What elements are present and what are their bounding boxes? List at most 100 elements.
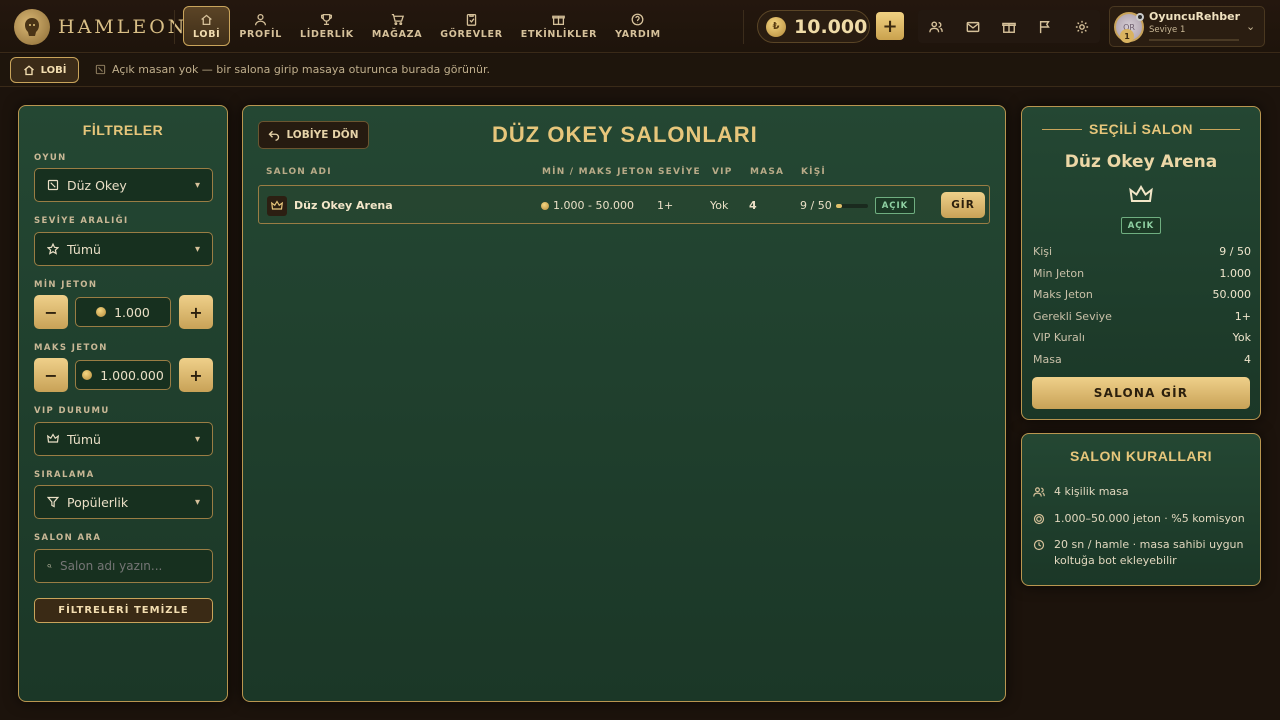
nav-label: MAĞAZA xyxy=(371,28,423,40)
brand-logo[interactable]: HAMLEON xyxy=(14,9,187,45)
min-coin-value: 1.000 xyxy=(114,304,150,320)
selected-salon-header: SEÇİLİ SALON xyxy=(1088,121,1193,137)
min-coin-field[interactable]: 1.000 xyxy=(75,297,171,327)
nav-item-profil[interactable]: PROFİL xyxy=(230,6,291,46)
search-icon xyxy=(47,564,52,569)
open-tables-message: Açık masan yok — bir salona girip masaya… xyxy=(95,63,490,76)
salon-search-input[interactable] xyxy=(60,559,200,573)
user-icon xyxy=(255,13,267,25)
level-range-value: Tümü xyxy=(67,241,101,257)
detail-label: Gerekli Seviye xyxy=(1033,310,1112,323)
sort-select[interactable]: Popülerlik ▾ xyxy=(34,485,213,519)
lobby-tab-label: LOBİ xyxy=(40,64,67,76)
selected-salon-panel: SEÇİLİ SALON Düz Okey Arena AÇIK Kişi 9 /… xyxy=(1021,106,1261,420)
nav-label: GÖREVLER xyxy=(440,28,503,40)
max-coin-increase-button[interactable]: + xyxy=(179,358,213,392)
sub-bar: LOBİ Açık masan yok — bir salona girip m… xyxy=(0,54,1280,87)
coin-icon xyxy=(1033,513,1045,525)
salons-panel: LOBİYE DÖN DÜZ OKEY SALONLARI SALON ADI … xyxy=(242,105,1006,702)
game-select-value: Düz Okey xyxy=(67,177,127,193)
enter-salon-button[interactable]: SALONA GİR xyxy=(1032,377,1250,409)
gift-icon[interactable] xyxy=(1002,20,1016,34)
avatar-level-badge: 1 xyxy=(1120,29,1134,43)
max-coin-field[interactable]: 1.000.000 xyxy=(75,360,171,390)
xp-bar xyxy=(1149,39,1239,41)
clear-filters-button[interactable]: FİLTRELERİ TEMİZLE xyxy=(34,598,213,623)
flag-icon[interactable] xyxy=(1038,20,1052,34)
nav-item-gorevler[interactable]: GÖREVLER xyxy=(431,6,512,46)
salon-name: Düz Okey Arena xyxy=(294,199,393,212)
nav-item-lobi[interactable]: LOBİ xyxy=(183,6,231,46)
detail-row: Maks Jeton 50.000 xyxy=(1033,288,1251,301)
clock-icon xyxy=(1033,539,1045,551)
crown-icon xyxy=(267,196,287,216)
page-title: DÜZ OKEY SALONLARI xyxy=(492,122,758,147)
back-to-lobby-button[interactable]: LOBİYE DÖN xyxy=(258,121,369,149)
home-icon xyxy=(201,14,212,25)
table-row[interactable]: Düz Okey Arena 1.000 - 50.000 1+ Yok 4 9… xyxy=(258,185,990,224)
gift-icon xyxy=(552,15,566,25)
vip-select[interactable]: Tümü ▾ xyxy=(34,422,213,456)
max-coin-stepper: − 1.000.000 + xyxy=(34,358,213,392)
crown-icon xyxy=(1129,183,1153,207)
nav-label: LİDERLİK xyxy=(300,28,354,40)
detail-row: Masa 4 xyxy=(1033,353,1251,366)
column-header-vip: VIP xyxy=(712,167,733,177)
top-bar: HAMLEON LOBİ PROFİL LİDERLİK MAĞAZA GÖRE… xyxy=(0,0,1280,53)
nav-item-etkinlikler[interactable]: ETKİNLİKLER xyxy=(512,6,606,46)
star-icon xyxy=(47,243,59,255)
detail-row: Gerekli Seviye 1+ xyxy=(1033,310,1251,323)
selected-salon-name: Düz Okey Arena xyxy=(1064,152,1218,172)
salon-search-field[interactable] xyxy=(34,549,213,583)
settings-icon[interactable] xyxy=(1075,20,1089,34)
chevron-down-icon: ▾ xyxy=(194,243,200,255)
user-menu[interactable]: OR 1 OyuncuRehber Seviye 1 ⌄ xyxy=(1109,6,1265,47)
status-dot xyxy=(1136,13,1144,21)
help-icon xyxy=(632,13,644,25)
brand-name: HAMLEON xyxy=(58,16,188,38)
table-icon xyxy=(95,64,106,75)
status-badge: AÇIK xyxy=(875,197,915,214)
nav-label: LOBİ xyxy=(193,28,221,40)
rule-text: 4 kişilik masa xyxy=(1054,485,1129,498)
nav-item-magaza[interactable]: MAĞAZA xyxy=(363,6,431,46)
detail-row: Kişi 9 / 50 xyxy=(1033,245,1251,258)
column-header-players: KİŞİ xyxy=(801,167,826,177)
detail-label: Maks Jeton xyxy=(1033,288,1093,301)
game-select[interactable]: Düz Okey ▾ xyxy=(34,168,213,202)
nav-item-liderlik[interactable]: LİDERLİK xyxy=(291,6,363,46)
nav-item-yardim[interactable]: YARDIM xyxy=(606,6,670,46)
mail-icon[interactable] xyxy=(966,20,980,34)
user-name: OyuncuRehber xyxy=(1149,10,1241,23)
detail-value: 4 xyxy=(1244,353,1251,366)
detail-label: Min Jeton xyxy=(1033,267,1085,280)
trophy-icon xyxy=(321,13,333,25)
add-coins-button[interactable]: + xyxy=(876,12,904,40)
vip-select-value: Tümü xyxy=(67,431,101,447)
lobby-tab[interactable]: LOBİ xyxy=(10,57,79,83)
divider xyxy=(174,10,175,44)
detail-label: Kişi xyxy=(1033,245,1053,258)
column-header-name: SALON ADI xyxy=(266,167,332,177)
min-coin-increase-button[interactable]: + xyxy=(179,295,213,329)
nav-label: ETKİNLİKLER xyxy=(520,28,598,40)
min-coin-label: MİN JETON xyxy=(34,280,98,290)
column-header-coins: MİN / MAKS JETON xyxy=(542,167,654,177)
chevron-down-icon: ⌄ xyxy=(1246,20,1256,33)
users-icon[interactable] xyxy=(929,20,944,34)
rule-text: 20 sn / hamle · masa sahibi uygun koltuğ… xyxy=(1054,538,1244,567)
rule-item: 20 sn / hamle · masa sahibi uygun koltuğ… xyxy=(1033,537,1248,569)
level-range-select[interactable]: Tümü ▾ xyxy=(34,232,213,266)
sort-label: SIRALAMA xyxy=(34,470,95,480)
enter-salon-button[interactable]: GİR xyxy=(941,192,985,218)
chevron-down-icon: ▾ xyxy=(194,496,200,508)
salon-vip: Yok xyxy=(710,199,729,212)
detail-value: 50.000 xyxy=(1212,288,1252,301)
coin-icon xyxy=(541,201,549,210)
min-coin-decrease-button[interactable]: − xyxy=(34,295,68,329)
min-coin-stepper: − 1.000 + xyxy=(34,295,213,329)
salon-coins: 1.000 - 50.000 xyxy=(541,199,634,212)
lion-icon xyxy=(14,9,50,45)
max-coin-decrease-button[interactable]: − xyxy=(34,358,68,392)
coin-balance[interactable]: ₺ 10.000 xyxy=(757,10,870,43)
